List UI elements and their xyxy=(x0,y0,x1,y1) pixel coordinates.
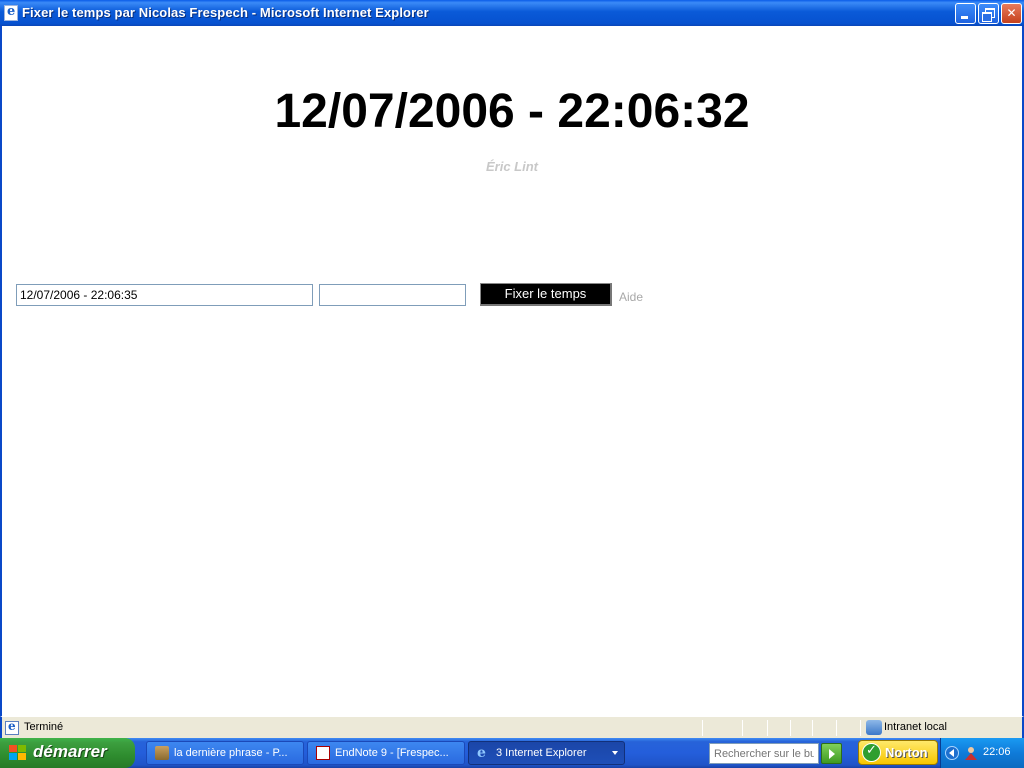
page-done-icon xyxy=(5,719,19,735)
security-zone-text: Intranet local xyxy=(884,721,947,733)
taskbar-item-label: EndNote 9 - [Frespec... xyxy=(335,747,449,759)
minimize-button[interactable] xyxy=(955,3,976,24)
taskbar-item-label: 3 Internet Explorer xyxy=(496,747,587,759)
network-user-icon[interactable] xyxy=(963,745,979,761)
close-icon: ✕ xyxy=(1006,6,1017,20)
norton-label: Norton xyxy=(885,745,928,760)
secondary-input[interactable] xyxy=(319,284,466,306)
taskbar: démarrer la dernière phrase - P... EndNo… xyxy=(0,738,1024,768)
status-divider xyxy=(836,720,837,736)
checkmark-icon xyxy=(862,743,881,762)
ie-page-icon xyxy=(4,4,18,21)
author-credit: Éric Lint xyxy=(485,159,538,174)
taskbar-item-label: la dernière phrase - P... xyxy=(174,747,288,759)
status-divider xyxy=(702,720,703,736)
scroll-icon xyxy=(155,746,169,760)
status-divider xyxy=(742,720,743,736)
close-button[interactable]: ✕ xyxy=(1001,3,1022,24)
help-link[interactable]: Aide xyxy=(619,290,643,304)
taskbar-item-endnote[interactable]: EndNote 9 - [Frespec... xyxy=(307,741,465,765)
system-tray: 22:06 xyxy=(940,738,1024,768)
ie-icon: e xyxy=(477,745,486,761)
windows-logo-icon xyxy=(9,745,27,761)
status-divider xyxy=(767,720,768,736)
norton-button[interactable]: Norton xyxy=(858,740,938,765)
restore-icon xyxy=(979,4,998,23)
taskbar-item-internet-explorer[interactable]: e 3 Internet Explorer xyxy=(468,741,625,765)
show-hidden-icons-button[interactable] xyxy=(945,746,959,760)
fix-time-button[interactable]: Fixer le temps xyxy=(480,283,612,306)
status-bar: Terminé Intranet local xyxy=(0,716,1024,738)
start-button[interactable]: démarrer xyxy=(0,738,135,768)
start-label: démarrer xyxy=(33,742,107,761)
taskbar-item-derniere-phrase[interactable]: la dernière phrase - P... xyxy=(146,741,304,765)
taskbar-clock[interactable]: 22:06 xyxy=(983,746,1011,758)
endnote-icon xyxy=(316,746,330,760)
status-divider xyxy=(790,720,791,736)
intranet-zone-icon xyxy=(866,720,882,735)
status-divider xyxy=(860,720,861,736)
window-title: Fixer le temps par Nicolas Frespech - Mi… xyxy=(22,5,429,20)
status-divider xyxy=(812,720,813,736)
search-go-button[interactable] xyxy=(821,743,842,764)
big-clock: 12/07/2006 - 22:06:32 xyxy=(274,85,750,138)
desktop-search-input[interactable] xyxy=(709,743,819,764)
minimize-icon xyxy=(956,4,975,23)
window-titlebar[interactable]: Fixer le temps par Nicolas Frespech - Mi… xyxy=(0,0,1024,26)
status-text: Terminé xyxy=(24,721,64,733)
date-time-input[interactable] xyxy=(16,284,313,306)
group-dropdown-icon xyxy=(612,751,618,755)
restore-button[interactable] xyxy=(978,3,999,24)
